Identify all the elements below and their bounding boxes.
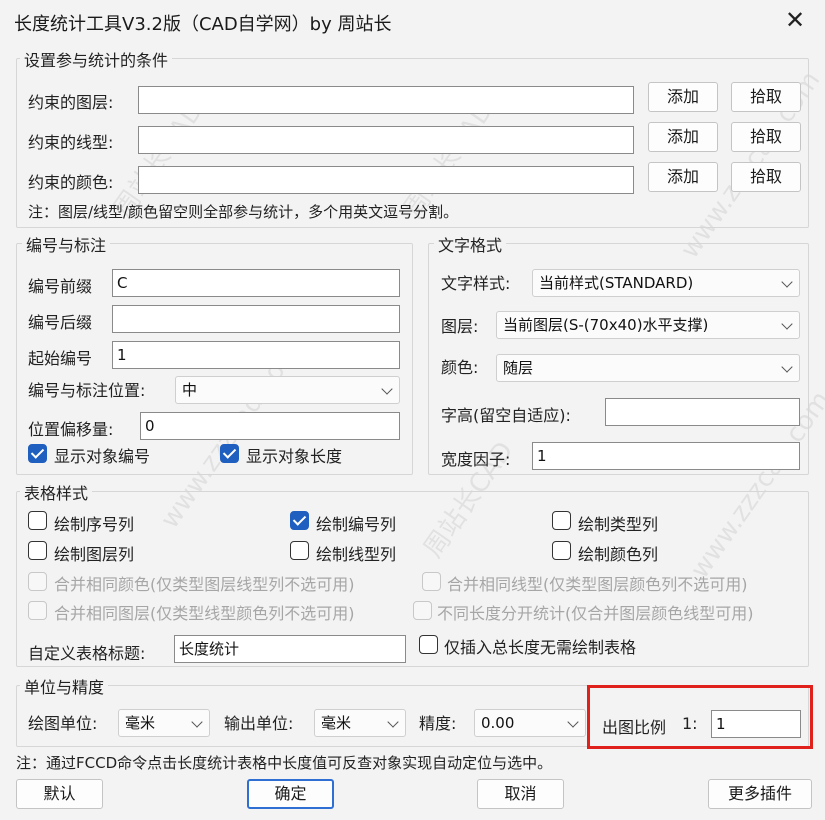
position-select-value: 中 [182, 381, 198, 399]
scale-label: 出图比例 [602, 718, 667, 737]
chevron-down-icon [781, 361, 793, 373]
split-by-length-label: 不同长度分开统计(仅合并图层颜色线型可用) [437, 604, 754, 623]
chevron-down-icon [191, 716, 203, 728]
text-style-label: 文字样式: [441, 274, 511, 293]
layer-constraint-label: 约束的图层: [28, 93, 114, 112]
ok-button[interactable]: 确定 [247, 779, 334, 809]
default-button[interactable]: 默认 [16, 779, 103, 809]
merge-same-color-checkbox[interactable] [28, 572, 47, 591]
scale-input[interactable]: 1 [711, 710, 801, 738]
draw-layer-column-checkbox[interactable] [28, 541, 47, 560]
output-unit-label: 输出单位: [224, 714, 294, 733]
merge-same-linetype-label: 合并相同线型(仅类型图层颜色列不选可用) [447, 575, 748, 594]
conditions-note: 注：图层/线型/颜色留空则全部参与统计，多个用英文逗号分割。 [28, 203, 459, 221]
suffix-label: 编号后缀 [28, 313, 93, 332]
draw-number-column-label: 绘制编号列 [316, 515, 397, 534]
draw-unit-select-value: 毫米 [125, 714, 156, 732]
merge-same-layer-label: 合并相同图层(仅类型线型颜色列不选可用) [54, 604, 355, 623]
prefix-input[interactable]: C [112, 269, 400, 297]
offset-input[interactable]: 0 [140, 412, 400, 440]
precision-select-value: 0.00 [481, 714, 515, 732]
pick-color-button[interactable]: 拾取 [731, 162, 801, 192]
offset-label: 位置偏移量: [28, 420, 114, 439]
draw-color-column-label: 绘制颜色列 [578, 545, 659, 564]
show-number-checkbox[interactable] [28, 444, 47, 463]
chevron-down-icon [567, 716, 579, 728]
suffix-input[interactable] [112, 305, 400, 333]
output-unit-select-value: 毫米 [321, 714, 352, 732]
text-layer-select[interactable]: 当前图层(S-(70x40)水平支撑) [496, 311, 800, 339]
draw-layer-column-label: 绘制图层列 [54, 545, 135, 564]
insert-total-only-checkbox[interactable] [419, 635, 438, 654]
add-linetype-button[interactable]: 添加 [648, 122, 718, 152]
draw-type-column-checkbox[interactable] [552, 511, 571, 530]
numbering-group-title: 编号与标注 [22, 232, 111, 256]
draw-linetype-column-label: 绘制线型列 [316, 545, 397, 564]
width-factor-input[interactable]: 1 [532, 442, 800, 470]
position-label: 编号与标注位置: [28, 381, 146, 400]
custom-table-title-label: 自定义表格标题: [28, 644, 146, 663]
split-by-length-checkbox[interactable] [413, 601, 432, 620]
draw-index-column-label: 绘制序号列 [54, 515, 135, 534]
merge-same-color-label: 合并相同颜色(仅类型图层线型列不选可用) [54, 575, 355, 594]
show-length-checkbox[interactable] [220, 444, 239, 463]
linetype-constraint-label: 约束的线型: [28, 133, 114, 152]
draw-unit-select[interactable]: 毫米 [118, 709, 210, 737]
text-color-select[interactable]: 随层 [496, 354, 800, 382]
add-color-button[interactable]: 添加 [648, 162, 718, 192]
scale-prefix: 1: [682, 714, 698, 733]
close-icon[interactable]: ✕ [781, 6, 809, 34]
chevron-down-icon [781, 318, 793, 330]
precision-select[interactable]: 0.00 [474, 709, 586, 737]
text-style-select[interactable]: 当前样式(STANDARD) [532, 269, 800, 297]
position-select[interactable]: 中 [175, 376, 400, 404]
footer-note: 注：通过FCCD命令点击长度统计表格中长度值可反查对象实现自动定位与选中。 [16, 754, 553, 772]
pick-linetype-button[interactable]: 拾取 [731, 122, 801, 152]
show-number-label: 显示对象编号 [54, 447, 151, 466]
output-unit-select[interactable]: 毫米 [314, 709, 406, 737]
draw-number-column-checkbox[interactable] [290, 511, 309, 530]
prefix-label: 编号前缀 [28, 277, 93, 296]
show-length-label: 显示对象长度 [246, 447, 343, 466]
title-bar: 长度统计工具V3.2版（CAD自学网）by 周站长 ✕ [0, 0, 825, 44]
units-group-title: 单位与精度 [20, 674, 109, 698]
draw-unit-label: 绘图单位: [28, 714, 98, 733]
chevron-down-icon [381, 383, 393, 395]
pick-layer-button[interactable]: 拾取 [731, 82, 801, 112]
start-number-label: 起始编号 [28, 349, 93, 368]
custom-table-title-input[interactable]: 长度统计 [174, 635, 406, 663]
chevron-down-icon [387, 716, 399, 728]
start-number-input[interactable]: 1 [112, 341, 400, 369]
merge-same-linetype-checkbox[interactable] [422, 572, 441, 591]
window-title: 长度统计工具V3.2版（CAD自学网）by 周站长 [14, 14, 392, 35]
conditions-group-title: 设置参与统计的条件 [20, 47, 173, 71]
color-constraint-label: 约束的颜色: [28, 173, 114, 192]
text-style-select-value: 当前样式(STANDARD) [539, 274, 694, 292]
merge-same-layer-checkbox[interactable] [28, 601, 47, 620]
layer-constraint-input[interactable] [138, 86, 634, 114]
insert-total-only-label: 仅插入总长度无需绘制表格 [444, 638, 637, 657]
chevron-down-icon [781, 276, 793, 288]
width-factor-label: 宽度因子: [441, 450, 511, 469]
draw-index-column-checkbox[interactable] [28, 511, 47, 530]
more-plugins-button[interactable]: 更多插件 [708, 779, 812, 809]
linetype-constraint-input[interactable] [138, 126, 634, 154]
text-height-input[interactable] [605, 398, 800, 426]
draw-type-column-label: 绘制类型列 [578, 515, 659, 534]
text-color-label: 颜色: [441, 358, 479, 377]
table-style-group-title: 表格样式 [20, 480, 93, 504]
draw-color-column-checkbox[interactable] [552, 541, 571, 560]
cancel-button[interactable]: 取消 [477, 779, 564, 809]
text-layer-select-value: 当前图层(S-(70x40)水平支撑) [503, 316, 709, 334]
text-color-select-value: 随层 [503, 359, 534, 377]
precision-label: 精度: [419, 714, 457, 733]
add-layer-button[interactable]: 添加 [648, 82, 718, 112]
color-constraint-input[interactable] [138, 166, 634, 194]
text-height-label: 字高(留空自适应): [441, 406, 571, 425]
draw-linetype-column-checkbox[interactable] [290, 541, 309, 560]
text-format-group-title: 文字格式 [434, 232, 507, 256]
text-layer-label: 图层: [441, 317, 479, 336]
